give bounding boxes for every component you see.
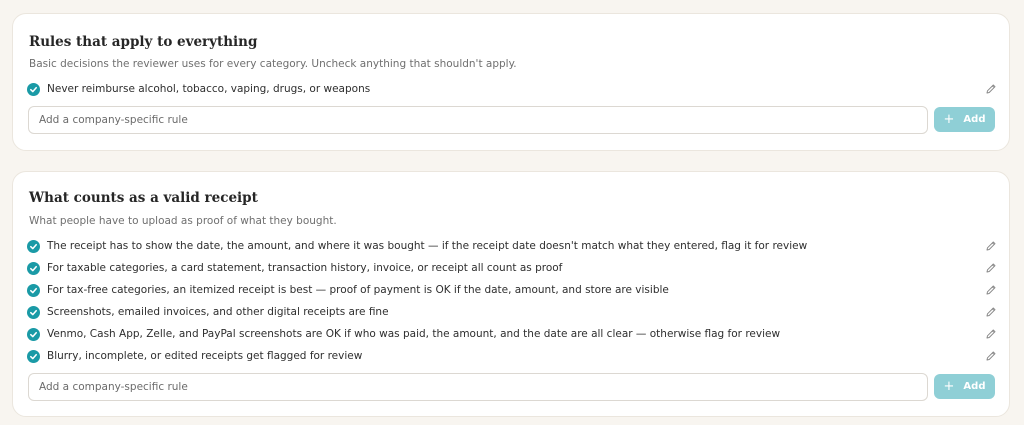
rule-text: Blurry, incomplete, or edited receipts g…	[47, 350, 363, 362]
rule-item: Venmo, Cash App, Zelle, and PayPal scree…	[27, 323, 997, 345]
pencil-edit-icon[interactable]	[985, 328, 997, 340]
rule-item: For taxable categories, a card statement…	[27, 257, 997, 279]
company-rule-input[interactable]	[28, 373, 928, 401]
checked-checkbox-icon[interactable]	[27, 283, 40, 297]
pencil-edit-icon[interactable]	[985, 350, 997, 362]
checked-checkbox-icon[interactable]	[27, 327, 40, 341]
rule-item: The receipt has to show the date, the am…	[27, 235, 997, 257]
checked-checkbox-icon[interactable]	[27, 261, 40, 275]
rule-text: For tax-free categories, an itemized rec…	[47, 284, 669, 296]
add-button-label: Add	[963, 114, 986, 125]
add-rule-button[interactable]: + Add	[934, 374, 995, 399]
checked-checkbox-icon[interactable]	[27, 239, 40, 253]
pencil-edit-icon[interactable]	[985, 306, 997, 318]
rule-list: The receipt has to show the date, the am…	[27, 235, 997, 367]
rule-text: Screenshots, emailed invoices, and other…	[47, 306, 389, 318]
checked-checkbox-icon[interactable]	[27, 349, 40, 363]
add-rule-row: + Add	[28, 106, 995, 134]
plus-icon: +	[943, 112, 955, 127]
rule-item: Never reimburse alcohol, tobacco, vaping…	[27, 78, 997, 100]
add-rule-row: + Add	[28, 373, 995, 401]
checked-checkbox-icon[interactable]	[27, 82, 40, 96]
section-subtitle: Basic decisions the reviewer uses for ev…	[29, 58, 517, 70]
section-card-valid-receipt: What counts as a valid receipt What peop…	[12, 171, 1010, 417]
section-title: Rules that apply to everything	[29, 34, 258, 50]
rule-item: Blurry, incomplete, or edited receipts g…	[27, 345, 997, 367]
rule-text: For taxable categories, a card statement…	[47, 262, 563, 274]
add-rule-button[interactable]: + Add	[934, 107, 995, 132]
section-title: What counts as a valid receipt	[29, 190, 258, 206]
section-card-general-rules: Rules that apply to everything Basic dec…	[12, 13, 1010, 151]
rule-text: Never reimburse alcohol, tobacco, vaping…	[47, 83, 371, 95]
checked-checkbox-icon[interactable]	[27, 305, 40, 319]
pencil-edit-icon[interactable]	[985, 284, 997, 296]
rule-text: Venmo, Cash App, Zelle, and PayPal scree…	[47, 328, 781, 340]
rule-item: For tax-free categories, an itemized rec…	[27, 279, 997, 301]
section-subtitle: What people have to upload as proof of w…	[29, 215, 337, 227]
rule-list: Never reimburse alcohol, tobacco, vaping…	[27, 78, 997, 100]
pencil-edit-icon[interactable]	[985, 262, 997, 274]
rule-item: Screenshots, emailed invoices, and other…	[27, 301, 997, 323]
add-button-label: Add	[963, 381, 986, 392]
pencil-edit-icon[interactable]	[985, 240, 997, 252]
plus-icon: +	[943, 379, 955, 394]
rule-text: The receipt has to show the date, the am…	[47, 240, 808, 252]
pencil-edit-icon[interactable]	[985, 83, 997, 95]
company-rule-input[interactable]	[28, 106, 928, 134]
